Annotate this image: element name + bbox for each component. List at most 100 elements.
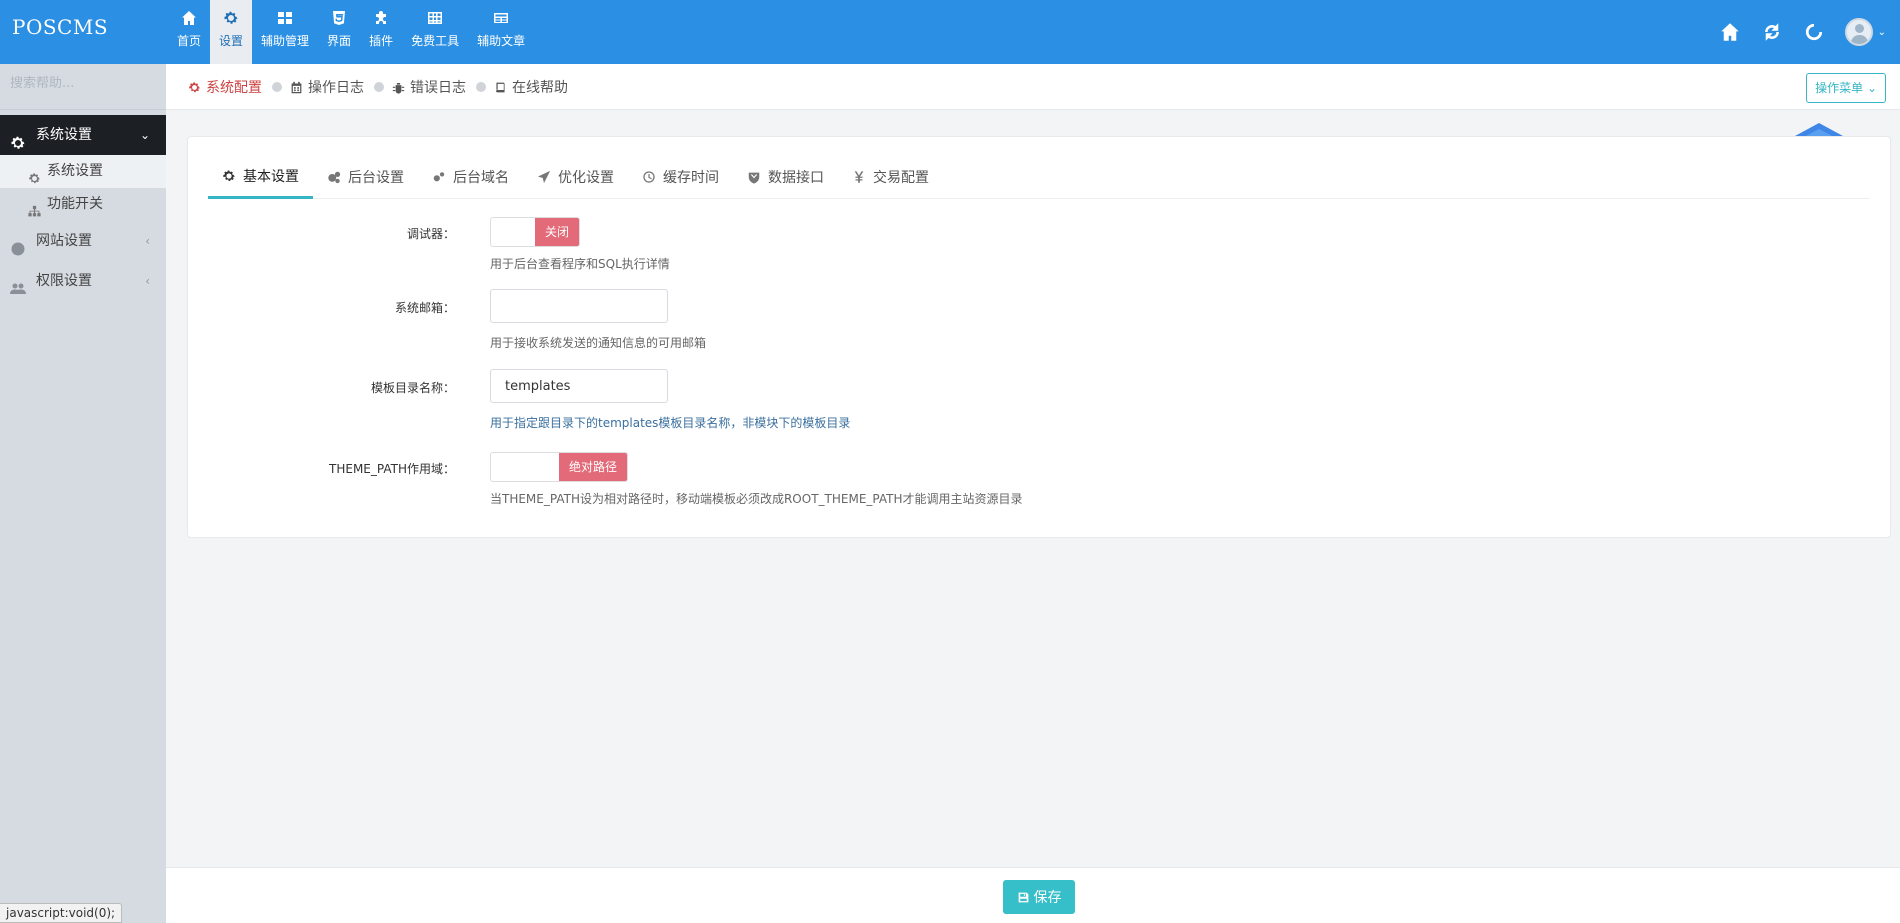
refresh-icon xyxy=(1764,23,1779,41)
sidebar-group-system-settings[interactable]: 系统设置 ⌄ xyxy=(0,115,166,155)
sidebar: 系统设置 ⌄ 系统设置 功能开关 网站设置 ‹ 权限设置 ‹ xyxy=(0,64,166,923)
gear-icon xyxy=(28,165,41,184)
field-label: THEME_PATH作用域： xyxy=(329,462,455,476)
sidebar-item-system-settings[interactable]: 系统设置 xyxy=(0,155,166,188)
toggle-state-label: 关闭 xyxy=(535,218,580,246)
sidebar-item-feature-switch[interactable]: 功能开关 xyxy=(0,188,166,221)
spinner-icon xyxy=(1805,23,1822,41)
newspaper-icon xyxy=(494,13,509,23)
toggle-switch[interactable]: 关闭 xyxy=(490,217,581,247)
nav-item-aux-articles[interactable]: 辅助文章 xyxy=(468,0,534,64)
top-navigation: 首页 设置 辅助管理 界面 插件 免费工具 辅助文章 xyxy=(168,0,534,64)
settings-tabs: 基本设置 后台设置 后台域名 优化设置 缓存时间 数据接口 交易配置 xyxy=(208,155,1870,199)
save-button-label: 保存 xyxy=(1033,890,1062,906)
gear-icon xyxy=(10,127,26,149)
chevron-down-icon: ⌄ xyxy=(139,128,150,142)
shield-icon xyxy=(748,172,760,184)
sitemap-icon xyxy=(28,198,41,217)
book-icon xyxy=(496,82,505,92)
nav-item-label: 辅助管理 xyxy=(261,34,310,48)
tab-cache-time[interactable]: 缓存时间 xyxy=(628,155,733,199)
top-right-tools: ⌄ xyxy=(1699,0,1886,64)
tab-backend-domain[interactable]: 后台域名 xyxy=(418,155,523,199)
search-input[interactable] xyxy=(10,76,156,91)
nav-item-home[interactable]: 首页 xyxy=(168,0,210,64)
status-bar-url: javascript:void(0); xyxy=(0,903,123,923)
tab-label: 基本设置 xyxy=(243,168,299,185)
sidebar-group-permission-settings[interactable]: 权限设置 ‹ xyxy=(0,261,166,301)
gear-icon xyxy=(223,169,235,181)
puzzle-icon xyxy=(376,11,387,24)
save-button[interactable]: 保存 xyxy=(1003,880,1075,914)
tab-label: 后台域名 xyxy=(453,170,509,186)
user-menu[interactable]: ⌄ xyxy=(1844,18,1886,46)
tab-label: 缓存时间 xyxy=(663,170,719,186)
toggle-switch[interactable]: 绝对路径 xyxy=(490,452,629,482)
clock-icon xyxy=(643,171,655,183)
email-field[interactable] xyxy=(490,289,668,323)
tab-data-api[interactable]: 数据接口 xyxy=(733,155,838,199)
app-logo[interactable]: POSCMS xyxy=(12,0,108,64)
nav-item-label: 界面 xyxy=(327,34,352,48)
gear-icon xyxy=(224,11,238,24)
tab-trade-config[interactable]: 交易配置 xyxy=(838,155,943,199)
home-button[interactable] xyxy=(1719,21,1741,43)
nav-item-settings[interactable]: 设置 xyxy=(210,0,253,64)
operation-menu-button[interactable]: 操作菜单 ⌄ xyxy=(1806,73,1886,103)
field-label: 系统邮箱： xyxy=(394,301,455,315)
crumb-error-log[interactable]: 错误日志 xyxy=(392,77,466,97)
separator-dot xyxy=(374,82,384,92)
tab-label: 后台设置 xyxy=(348,170,404,186)
field-label: 模板目录名称： xyxy=(370,381,455,395)
tab-backend-settings[interactable]: 后台设置 xyxy=(313,155,418,199)
home-icon xyxy=(182,11,196,25)
home-icon xyxy=(1720,23,1739,41)
nav-item-interface[interactable]: 界面 xyxy=(318,0,360,64)
toggle-blank xyxy=(491,218,535,246)
crumb-label: 错误日志 xyxy=(410,80,466,96)
calendar-icon xyxy=(291,81,302,93)
cogs-small-icon xyxy=(433,172,445,182)
template-dir-input[interactable] xyxy=(490,369,668,403)
sidebar-group-label: 网站设置 xyxy=(36,233,92,249)
toggle-state-label: 绝对路径 xyxy=(559,453,628,481)
sidebar-group-site-settings[interactable]: 网站设置 ‹ xyxy=(0,221,166,261)
nav-item-free-tools[interactable]: 免费工具 xyxy=(402,0,468,64)
theme-path-toggle[interactable]: 绝对路径 xyxy=(490,452,629,482)
table-icon xyxy=(428,12,443,24)
loading-button[interactable] xyxy=(1803,21,1825,43)
top-bar: POSCMS 首页 设置 辅助管理 界面 插件 免费工具 辅助文章 ⌄ xyxy=(0,0,1900,64)
tab-optimization[interactable]: 优化设置 xyxy=(523,155,628,199)
sidebar-group-label: 系统设置 xyxy=(36,127,92,143)
nav-item-label: 辅助文章 xyxy=(477,34,526,48)
crumb-label: 操作日志 xyxy=(308,80,364,96)
chevron-left-icon: ‹ xyxy=(145,234,150,248)
cogs-icon xyxy=(328,171,341,184)
refresh-button[interactable] xyxy=(1761,21,1783,43)
crumb-operation-log[interactable]: 操作日志 xyxy=(290,77,364,97)
crumb-system-config[interactable]: 系统配置 xyxy=(188,77,262,97)
nav-item-aux-management[interactable]: 辅助管理 xyxy=(252,0,318,64)
bug-icon xyxy=(392,82,405,94)
settings-card: 基本设置 后台设置 后台域名 优化设置 缓存时间 数据接口 交易配置 调试器： xyxy=(187,136,1891,538)
send-icon xyxy=(537,170,551,184)
field-help: 用于接收系统发送的通知信息的可用邮箱 xyxy=(490,336,707,350)
tab-label: 优化设置 xyxy=(558,170,614,186)
tab-basic-settings[interactable]: 基本设置 xyxy=(208,155,313,199)
sidebar-item-label: 系统设置 xyxy=(47,163,103,179)
separator-dot xyxy=(272,82,282,92)
crumb-online-help[interactable]: 在线帮助 xyxy=(494,77,568,97)
separator-dot xyxy=(476,82,486,92)
html5-icon xyxy=(333,11,346,25)
field-help: 当THEME_PATH设为相对路径时，移动端模板必须改成ROOT_THEME_P… xyxy=(490,492,1023,506)
chevron-left-icon: ‹ xyxy=(145,274,150,288)
sidebar-item-label: 功能开关 xyxy=(47,196,103,212)
users-icon xyxy=(10,273,26,294)
sidebar-search xyxy=(0,64,166,110)
nav-item-label: 首页 xyxy=(177,34,202,48)
nav-item-plugins[interactable]: 插件 xyxy=(360,0,402,64)
nav-item-label: 免费工具 xyxy=(411,34,460,48)
chevron-down-icon: ⌄ xyxy=(1877,26,1886,38)
debugger-toggle[interactable]: 关闭 xyxy=(490,217,581,247)
yen-icon xyxy=(854,171,864,183)
